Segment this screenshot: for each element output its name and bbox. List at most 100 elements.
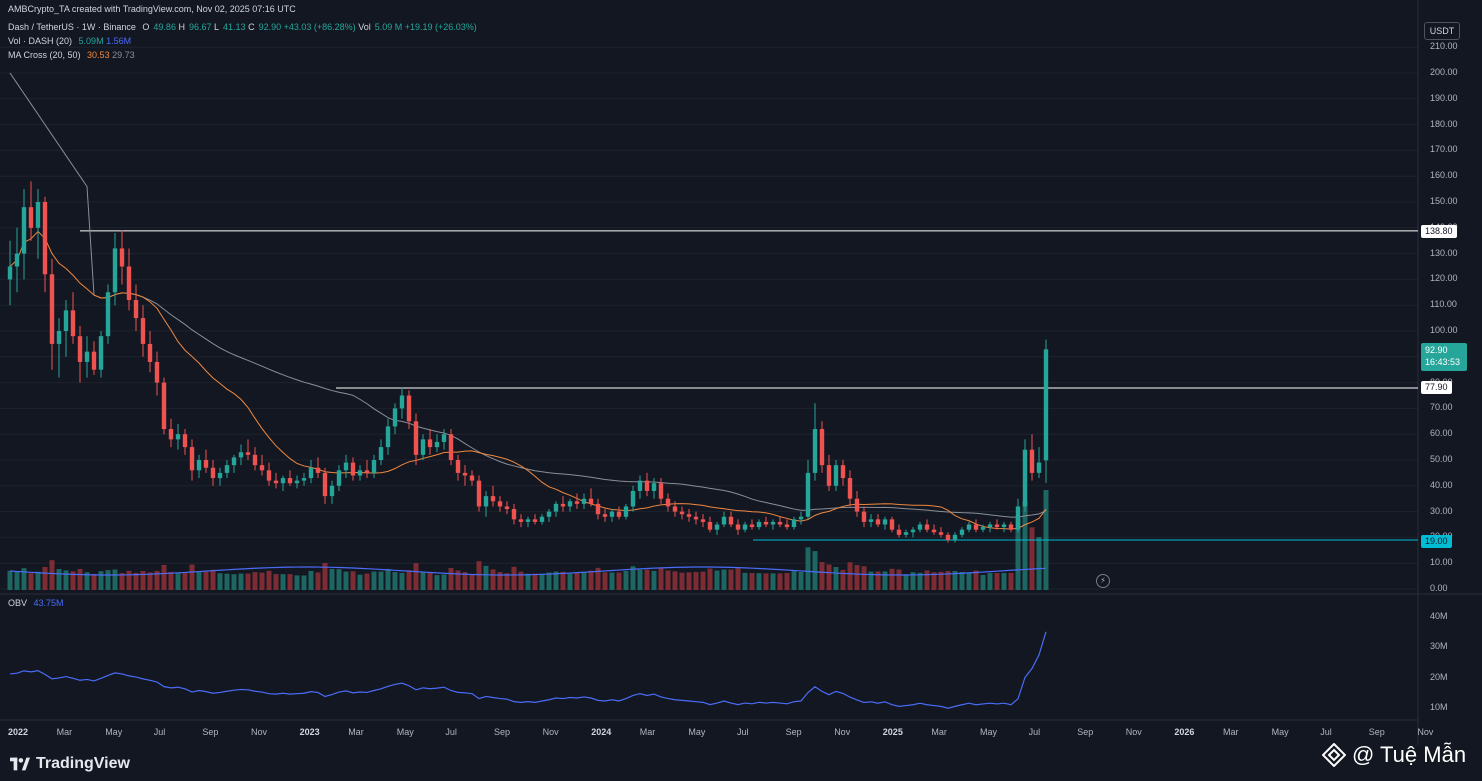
symbol-name[interactable]: Dash / TetherUS · 1W · Binance [8,22,136,32]
volume-bar [301,575,307,590]
grid [0,46,1418,590]
volume-bar [1001,573,1007,590]
symbol-legend[interactable]: Dash / TetherUS · 1W · Binance O 49.86 H9… [8,22,477,32]
volume-bar [1008,572,1014,590]
ma-cross-v1: 30.53 [87,50,110,60]
time-axis-label: Sep [1368,727,1385,737]
obv-name[interactable]: OBV [8,598,27,608]
level-tag-high: 138.80 [1421,225,1457,238]
volume-bar [126,570,132,590]
candle-body [819,429,825,466]
candle-body [147,343,153,362]
candle-body [665,498,671,507]
price-axis-label: 60.00 [1430,428,1453,439]
volume-bar [14,571,20,590]
price-axis-label: 210.00 [1430,41,1458,52]
candle-body [7,266,13,280]
volume-bar [539,573,545,590]
horizontal-levels [80,230,1418,541]
lightning-icon[interactable]: ⚡ [1096,574,1110,588]
candle-body [567,501,573,507]
candle-body [63,310,69,331]
obv-axis-label: 40M [1430,611,1448,622]
candle-body [602,514,608,517]
ma-cross-name[interactable]: MA Cross (20, 50) [8,50,81,60]
volume-bar [448,568,454,590]
price-axis-label: 200.00 [1430,67,1458,77]
volume-bar [406,570,412,590]
candle-body [917,524,923,530]
candle-body [889,519,895,530]
chart-credit: AMBCrypto_TA created with TradingView.co… [8,4,296,14]
candle-body [973,524,979,530]
candlesticks [7,181,1049,543]
candle-body [490,496,496,502]
volume-bar [336,569,342,590]
candle-body [938,532,944,535]
time-axis-label: May [980,727,998,737]
price-axis-label: 40.00 [1430,479,1453,490]
volume-bar [259,572,265,590]
volume-bar [791,571,797,590]
volume-bar [679,572,685,590]
volume-indicator-v1: 5.09M [78,36,104,46]
candle-body [658,483,664,499]
time-axis-label: May [105,727,123,737]
candle-body [560,503,566,507]
candle-body [84,351,90,362]
price-chart[interactable] [0,0,1482,781]
volume-bar [63,570,69,590]
candle-body [595,503,601,515]
candle-body [525,519,531,522]
candle-body [931,529,937,533]
candle-body [14,253,20,267]
price-axis-label: 100.00 [1430,325,1458,335]
price-axis-label: 30.00 [1430,505,1453,516]
candle-body [77,336,83,362]
candle-body [427,439,433,448]
volume-bar [245,573,251,590]
bar-countdown: 16:43:53 [1425,357,1461,367]
candle-body [1008,524,1014,530]
volume-bar [770,573,776,590]
low-value: 41.13 [223,22,246,32]
volume-bar [819,562,825,590]
volume-bar [672,571,678,590]
time-axis-label: 2026 [1174,727,1195,737]
candle-body [1022,449,1028,507]
volume-bar [847,562,853,590]
currency-button[interactable]: USDT [1424,22,1460,40]
candle-body [693,516,699,520]
candle-body [364,470,370,473]
volume-bar [469,574,475,590]
volume-bar [749,573,755,590]
ma-cross-legend[interactable]: MA Cross (20, 50) 30.53 29.73 [8,50,135,60]
volume-bar [805,547,811,590]
volume-bar [490,569,496,590]
candle-body [861,511,867,522]
candle-body [609,511,615,517]
candle-body [294,480,300,484]
obv-axis-label: 20M [1430,671,1448,682]
tradingview-logo[interactable]: TradingView [10,755,130,773]
obv-legend[interactable]: OBV 43.75M [8,598,64,608]
volume-bar [889,568,895,590]
volume-bar [427,572,433,590]
watermark-text: @ Tuệ Mẫn [1352,742,1467,767]
volume-bar [756,573,762,590]
volume-indicator-name[interactable]: Vol · DASH (20) [8,36,72,46]
candle-body [175,434,181,440]
time-axis-label: Jul [1028,727,1041,737]
ma-cross-lines [9,72,1047,530]
candle-body [322,472,328,497]
time-axis-label: 2025 [882,727,903,737]
candle-body [805,472,811,517]
volume-bar [721,569,727,590]
candle-body [441,434,447,442]
volume-legend[interactable]: Vol · DASH (20) 5.09M 1.56M [8,36,131,46]
candle-body [238,452,244,458]
volume-bar [763,573,769,590]
time-axis-label: 2024 [591,727,612,737]
volume-bar [294,575,300,590]
candle-body [763,521,769,525]
